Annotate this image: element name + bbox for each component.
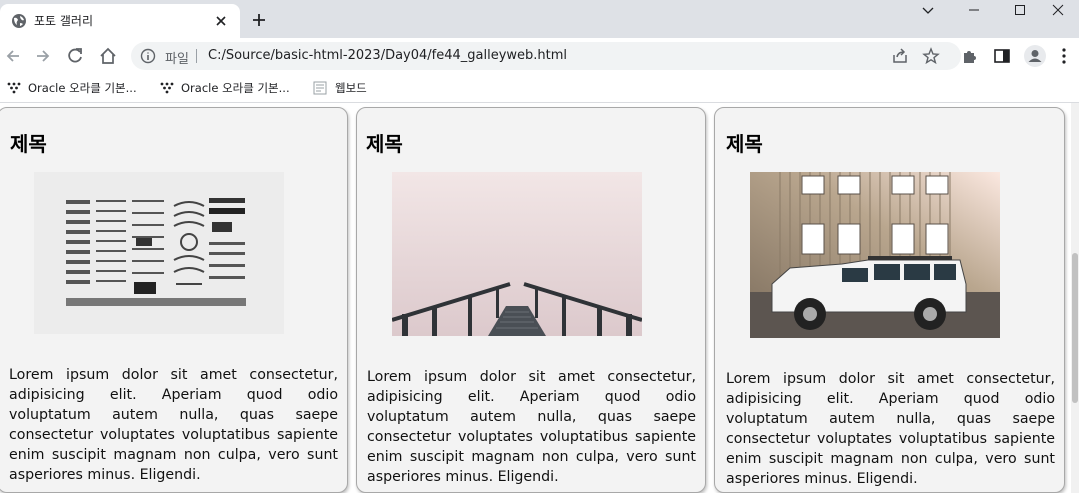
info-icon[interactable] (140, 48, 156, 64)
close-window-button[interactable] (1043, 0, 1079, 22)
globe-icon (12, 14, 26, 28)
card-image-typewriter-parts (34, 172, 284, 334)
reload-icon[interactable] (65, 46, 85, 66)
toolbar: 파일 C:/Source/basic-html-2023/Day04/fe44_… (0, 38, 1079, 74)
home-icon[interactable] (98, 46, 118, 66)
address-bar[interactable]: 파일 C:/Source/basic-html-2023/Day04/fe44_… (131, 42, 961, 70)
gallery-card: 제목 Lorem ipsum dolor sit amet consectetu… (714, 107, 1065, 493)
tab-search-button[interactable] (905, 0, 951, 22)
gallery-card: 제목 Lorem ipsum dolor sit amet consectetu… (356, 107, 706, 493)
bookmark-label: Oracle 오라클 기본... (181, 81, 290, 95)
person-icon (1028, 50, 1042, 62)
new-tab-icon[interactable] (250, 11, 268, 29)
scrollbar-thumb[interactable] (1072, 253, 1078, 403)
typewriter-parts-image (34, 172, 284, 334)
close-tab-icon[interactable] (212, 12, 230, 30)
card-image-foggy-pier (392, 172, 642, 336)
forward-arrow-icon[interactable] (33, 46, 53, 66)
maximize-icon (1015, 5, 1025, 15)
white-suv-image (750, 172, 1000, 338)
bookmarks-bar: Oracle 오라클 기본... Oracle 오라클 기본... 웹보드 (0, 74, 1079, 102)
back-arrow-icon[interactable] (3, 46, 23, 66)
card-heading: 제목 (366, 132, 403, 156)
card-image-white-suv (750, 172, 1000, 338)
more-options-icon[interactable] (1061, 47, 1067, 65)
maximize-button[interactable] (997, 0, 1043, 22)
oracle-dots-icon (7, 82, 21, 94)
card-heading: 제목 (726, 132, 763, 156)
share-icon[interactable] (891, 47, 909, 65)
address-divider (196, 49, 197, 63)
tab-title: 포토 갤러리 (34, 14, 94, 28)
bookmark-label: Oracle 오라클 기본... (28, 81, 137, 95)
minimize-icon (969, 9, 979, 11)
bookmark-star-icon[interactable] (922, 47, 940, 65)
tab-strip: 포토 갤러리 (0, 0, 1079, 38)
profile-avatar[interactable] (1024, 45, 1046, 67)
vertical-scrollbar[interactable] (1071, 103, 1079, 493)
card-text: Lorem ipsum dolor sit amet consectetur, … (9, 367, 338, 483)
card-heading: 제목 (10, 132, 47, 156)
side-panel-icon[interactable] (993, 47, 1011, 65)
close-icon (1052, 4, 1064, 16)
extensions-puzzle-icon[interactable] (961, 47, 979, 65)
chevron-down-icon (922, 7, 934, 14)
scheme-label: 파일 (165, 52, 189, 67)
oracle-dots-icon (160, 82, 174, 94)
url-text[interactable]: C:/Source/basic-html-2023/Day04/fe44_gal… (208, 48, 567, 63)
card-text: Lorem ipsum dolor sit amet consectetur, … (367, 369, 696, 485)
minimize-button[interactable] (951, 0, 997, 22)
card-text: Lorem ipsum dolor sit amet consectetur, … (726, 371, 1055, 487)
page-viewport: 제목 Lorem ipsum dolor sit amet consectetu… (0, 102, 1079, 493)
foggy-pier-image (392, 172, 642, 336)
page-icon (313, 81, 327, 95)
bookmark-label: 웹보드 (335, 81, 367, 95)
tab-active[interactable]: 포토 갤러리 (0, 4, 240, 38)
gallery-card: 제목 Lorem ipsum dolor sit amet consectetu… (0, 107, 348, 493)
